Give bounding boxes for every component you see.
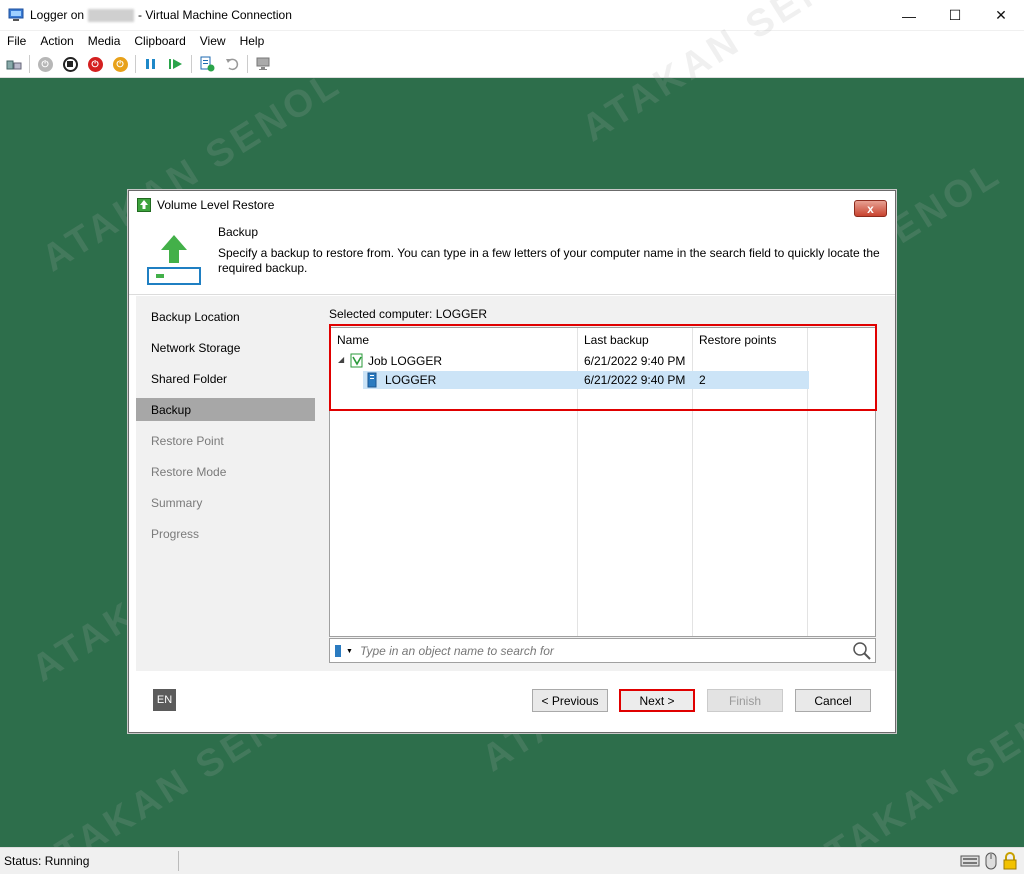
turn-off-icon[interactable] (60, 54, 80, 74)
computer-icon (335, 645, 341, 657)
row-last-backup: 6/21/2022 9:40 PM (584, 354, 686, 368)
step-backup[interactable]: Backup (136, 398, 315, 421)
menu-media[interactable]: Media (88, 34, 121, 48)
toolbar: ⏻ ⏻ ⏻ (0, 51, 1024, 78)
wizard-content: Selected computer: LOGGER Name Last back… (315, 296, 895, 671)
toolbar-separator (191, 55, 192, 73)
shutdown-icon[interactable]: ⏻ (85, 54, 105, 74)
enhanced-session-icon[interactable] (253, 54, 273, 74)
selected-computer-label: Selected computer: LOGGER (329, 307, 488, 321)
step-restore-point: Restore Point (151, 433, 224, 448)
dialog-title: Volume Level Restore (157, 198, 275, 212)
row-last-backup: 6/21/2022 9:40 PM (584, 373, 686, 387)
vm-connection-icon (8, 8, 24, 21)
next-button[interactable]: Next > (619, 689, 695, 712)
mouse-icon (985, 852, 997, 870)
status-divider (178, 851, 179, 871)
previous-button[interactable]: < Previous (532, 689, 608, 712)
toolbar-separator (247, 55, 248, 73)
column-header-last-backup[interactable]: Last backup (584, 333, 649, 347)
table-row[interactable]: LOGGER 6/21/2022 9:40 PM 2 (330, 371, 875, 389)
minimize-button[interactable]: — (886, 0, 932, 31)
table-row[interactable]: ◢ Job LOGGER 6/21/2022 9:40 PM (330, 352, 875, 370)
status-bar: Status: Running (0, 847, 1024, 874)
backup-job-icon (350, 353, 363, 368)
cancel-button[interactable]: Cancel (795, 689, 871, 712)
step-backup-location[interactable]: Backup Location (136, 305, 315, 328)
restore-icon (137, 198, 151, 212)
reset-icon[interactable] (166, 54, 186, 74)
search-box[interactable]: ▼ (329, 638, 876, 663)
status-text: Status: Running (4, 854, 90, 868)
redacted-host-name (88, 8, 135, 22)
pause-icon[interactable] (141, 54, 161, 74)
step-summary: Summary (151, 495, 203, 510)
backups-grid[interactable]: Name Last backup Restore points ◢ Job LO… (329, 327, 876, 637)
step-shared-folder[interactable]: Shared Folder (136, 367, 315, 390)
step-description: Specify a backup to restore from. You ca… (218, 246, 880, 275)
step-progress: Progress (151, 526, 200, 541)
computer-icon (367, 372, 377, 388)
wizard-steps-nav: Backup Location Network Storage Shared F… (136, 296, 315, 671)
window-title-suffix: - Virtual Machine Connection (138, 8, 292, 22)
step-restore-mode: Restore Mode (151, 464, 227, 479)
toolbar-separator (135, 55, 136, 73)
step-network-storage[interactable]: Network Storage (136, 336, 315, 359)
chevron-down-icon: ▼ (346, 647, 353, 655)
ctrl-alt-del-icon[interactable] (4, 54, 24, 74)
window-title-prefix: Logger on (30, 8, 85, 22)
dialog-close-button[interactable]: x (854, 200, 887, 217)
checkpoint-icon[interactable] (197, 54, 217, 74)
close-button[interactable]: ✕ (978, 0, 1024, 31)
row-name: Job LOGGER (368, 354, 443, 368)
keyboard-icon (960, 855, 980, 867)
title-bar: Logger on - Virtual Machine Connection —… (0, 0, 1024, 31)
wizard-header: Backup Specify a backup to restore from.… (129, 219, 895, 295)
toolbar-separator (29, 55, 30, 73)
start-icon[interactable]: ⏻ (35, 54, 55, 74)
window-title: Logger on - Virtual Machine Connection (30, 8, 292, 22)
menu-view[interactable]: View (200, 34, 226, 48)
step-title: Backup (218, 225, 259, 239)
menu-file[interactable]: File (7, 34, 26, 48)
menu-clipboard[interactable]: Clipboard (134, 34, 185, 48)
finish-button: Finish (707, 689, 783, 712)
dialog-title-bar: Volume Level Restore (129, 191, 895, 219)
search-input[interactable] (360, 642, 840, 660)
expand-arrow-icon[interactable]: ◢ (338, 355, 344, 364)
language-indicator: EN (153, 689, 176, 711)
column-header-restore-points[interactable]: Restore points (699, 333, 776, 347)
restore-arrow-icon (147, 235, 201, 285)
search-icon[interactable] (852, 641, 872, 661)
search-type-dropdown[interactable]: ▼ (334, 643, 354, 659)
status-icons (960, 852, 1018, 870)
menu-bar: File Action Media Clipboard View Help (0, 31, 1024, 51)
lock-icon (1003, 852, 1017, 870)
wizard-footer: EN < Previous Next > Finish Cancel (129, 672, 895, 732)
revert-icon[interactable] (222, 54, 242, 74)
menu-action[interactable]: Action (40, 34, 73, 48)
row-restore-points: 2 (699, 373, 706, 387)
column-header-name[interactable]: Name (337, 333, 369, 347)
volume-level-restore-dialog: Volume Level Restore x Backup Specify a … (128, 190, 896, 733)
maximize-button[interactable]: ☐ (932, 0, 978, 31)
row-name: LOGGER (385, 373, 437, 387)
menu-help[interactable]: Help (240, 34, 265, 48)
save-icon[interactable]: ⏻ (110, 54, 130, 74)
